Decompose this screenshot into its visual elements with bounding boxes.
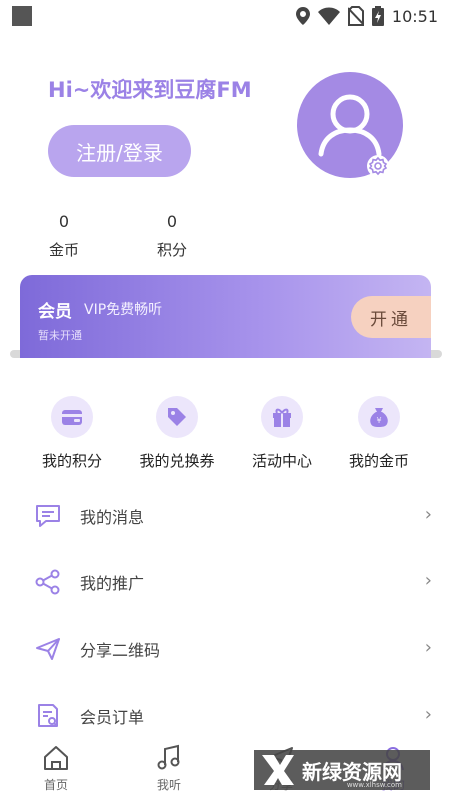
clock: 10:51 (391, 6, 438, 26)
vip-title: 会员 (38, 302, 72, 322)
paper-plane-icon (36, 638, 60, 660)
quick-action-label: 活动中心 (251, 452, 312, 470)
menu-item-share-qr[interactable]: 分享二维码 › (0, 619, 450, 679)
register-login-button[interactable]: 注册/登录 (48, 125, 191, 177)
welcome-greeting: Hi~欢迎来到豆腐FM (48, 78, 252, 102)
menu-item-my-messages[interactable]: 我的消息 › (0, 486, 450, 546)
coins-stat[interactable]: 0 金币 (34, 212, 94, 260)
message-icon (36, 505, 60, 527)
chevron-right-icon: › (424, 637, 432, 658)
coins-value: 0 (58, 212, 70, 231)
points-label: 积分 (156, 241, 187, 259)
coins-label: 金币 (48, 241, 79, 259)
no-sim-icon (347, 6, 364, 26)
vip-open-button[interactable]: 开通 (351, 296, 431, 338)
watermark-url: www.xlhsw.com (346, 781, 402, 789)
notification-icon (12, 6, 32, 26)
quick-action-label: 我的金币 (348, 452, 409, 470)
watermark: 新绿资源网 www.xlhsw.com (254, 750, 430, 790)
svg-text:¥: ¥ (376, 416, 381, 425)
menu-item-vip-orders[interactable]: 会员订单 › (0, 686, 450, 746)
chevron-right-icon: › (424, 570, 432, 591)
tab-label: 我听 (156, 778, 181, 792)
vip-card[interactable]: 会员 VIP免费畅听 暂未开通 开通 (20, 275, 431, 358)
quick-action-label: 我的兑换券 (139, 452, 215, 470)
quick-action-my-points[interactable]: 我的积分 (27, 396, 117, 471)
share-network-icon (35, 569, 60, 595)
tab-home[interactable]: 首页 (11, 742, 101, 793)
chevron-right-icon: › (424, 704, 432, 725)
quick-action-activity-center[interactable]: 活动中心 (237, 396, 327, 471)
quick-action-label: 我的积分 (41, 452, 102, 470)
gear-icon[interactable] (366, 154, 390, 178)
status-icons: 10:51 (295, 6, 438, 26)
menu-item-label: 我的消息 (80, 508, 145, 527)
menu-item-label: 分享二维码 (80, 641, 161, 660)
menu-item-label: 我的推广 (80, 574, 145, 593)
vip-status: 暂未开通 (38, 329, 82, 342)
order-document-icon (38, 704, 58, 727)
points-value: 0 (166, 212, 178, 231)
location-icon (295, 7, 310, 25)
chevron-right-icon: › (424, 504, 432, 525)
battery-icon (371, 6, 384, 26)
wifi-icon (317, 7, 340, 25)
points-stat[interactable]: 0 积分 (142, 212, 202, 260)
coupon-tag-icon (168, 408, 186, 426)
tab-label: 首页 (43, 778, 68, 792)
menu-item-label: 会员订单 (80, 708, 145, 727)
menu-item-my-promotion[interactable]: 我的推广 › (0, 552, 450, 612)
points-card-icon (62, 410, 82, 425)
vip-subtitle: VIP免费畅听 (84, 302, 163, 318)
music-note-icon (157, 744, 180, 770)
tab-listen[interactable]: 我听 (124, 742, 214, 793)
coin-bag-icon: ¥ (370, 408, 388, 427)
quick-action-my-coins[interactable]: ¥ 我的金币 (334, 396, 424, 471)
quick-action-my-coupons[interactable]: 我的兑换券 (132, 396, 222, 471)
watermark-logo (262, 755, 294, 785)
home-icon (44, 746, 68, 770)
gift-icon (273, 408, 291, 427)
status-bar: 10:51 (0, 0, 450, 30)
